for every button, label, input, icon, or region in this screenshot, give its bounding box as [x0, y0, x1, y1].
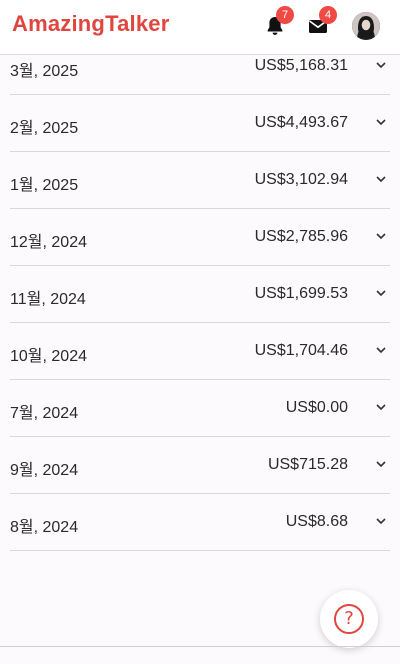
chevron-down-icon[interactable] [376, 61, 386, 69]
month-label: 3월, 2025 [10, 63, 79, 80]
top-header: AmazingTalker 7 4 [0, 0, 400, 55]
amount-value: US$5,168.31 [254, 57, 348, 74]
chevron-down-icon[interactable] [376, 118, 386, 126]
month-label: 7월, 2024 [10, 405, 79, 422]
earnings-row[interactable]: 11월, 2024 US$1,699.53 [10, 266, 390, 323]
amount-value: US$2,785.96 [254, 228, 348, 245]
question-icon: ? [334, 604, 364, 634]
amount-value: US$715.28 [267, 456, 348, 473]
earnings-row[interactable]: 2월, 2025 US$4,493.67 [10, 95, 390, 152]
month-label: 12월, 2024 [10, 234, 88, 251]
earnings-row[interactable]: 9월, 2024 US$715.28 [10, 437, 390, 494]
chevron-down-icon[interactable] [376, 460, 386, 468]
messages-button[interactable]: 4 [306, 6, 337, 38]
chevron-down-icon[interactable] [376, 346, 386, 354]
month-label: 8월, 2024 [10, 519, 79, 536]
amount-value: US$0.00 [285, 399, 348, 416]
earnings-row[interactable]: 7월, 2024 US$0.00 [10, 380, 390, 437]
avatar[interactable] [352, 12, 380, 40]
chevron-down-icon[interactable] [376, 289, 386, 297]
chevron-down-icon[interactable] [376, 403, 386, 411]
amount-value: US$4,493.67 [254, 114, 348, 131]
earnings-row[interactable]: 8월, 2024 US$8.68 [10, 494, 390, 551]
app-logo[interactable]: AmazingTalker [12, 11, 169, 37]
notifications-button[interactable]: 7 [263, 6, 294, 38]
amount-value: US$1,704.46 [254, 342, 348, 359]
earnings-row[interactable]: 10월, 2024 US$1,704.46 [10, 323, 390, 380]
month-label: 10월, 2024 [10, 348, 88, 365]
messages-badge: 4 [319, 6, 337, 24]
earnings-list: 3월, 2025 US$5,168.31 2월, 2025 US$4,493.6… [10, 38, 390, 551]
chevron-down-icon[interactable] [376, 517, 386, 525]
profile-photo-icon [352, 12, 380, 40]
amount-value: US$8.68 [285, 513, 348, 530]
help-button[interactable]: ? [320, 590, 378, 648]
month-label: 1월, 2025 [10, 177, 79, 194]
earnings-row[interactable]: 12월, 2024 US$2,785.96 [10, 209, 390, 266]
notifications-badge: 7 [276, 6, 294, 24]
chevron-down-icon[interactable] [376, 175, 386, 183]
month-label: 9월, 2024 [10, 462, 79, 479]
earnings-row[interactable]: 1월, 2025 US$3,102.94 [10, 152, 390, 209]
month-label: 11월, 2024 [10, 291, 86, 308]
month-label: 2월, 2025 [10, 120, 79, 137]
bottom-divider [0, 646, 400, 647]
amount-value: US$1,699.53 [254, 285, 348, 302]
amount-value: US$3,102.94 [254, 171, 348, 188]
chevron-down-icon[interactable] [376, 232, 386, 240]
